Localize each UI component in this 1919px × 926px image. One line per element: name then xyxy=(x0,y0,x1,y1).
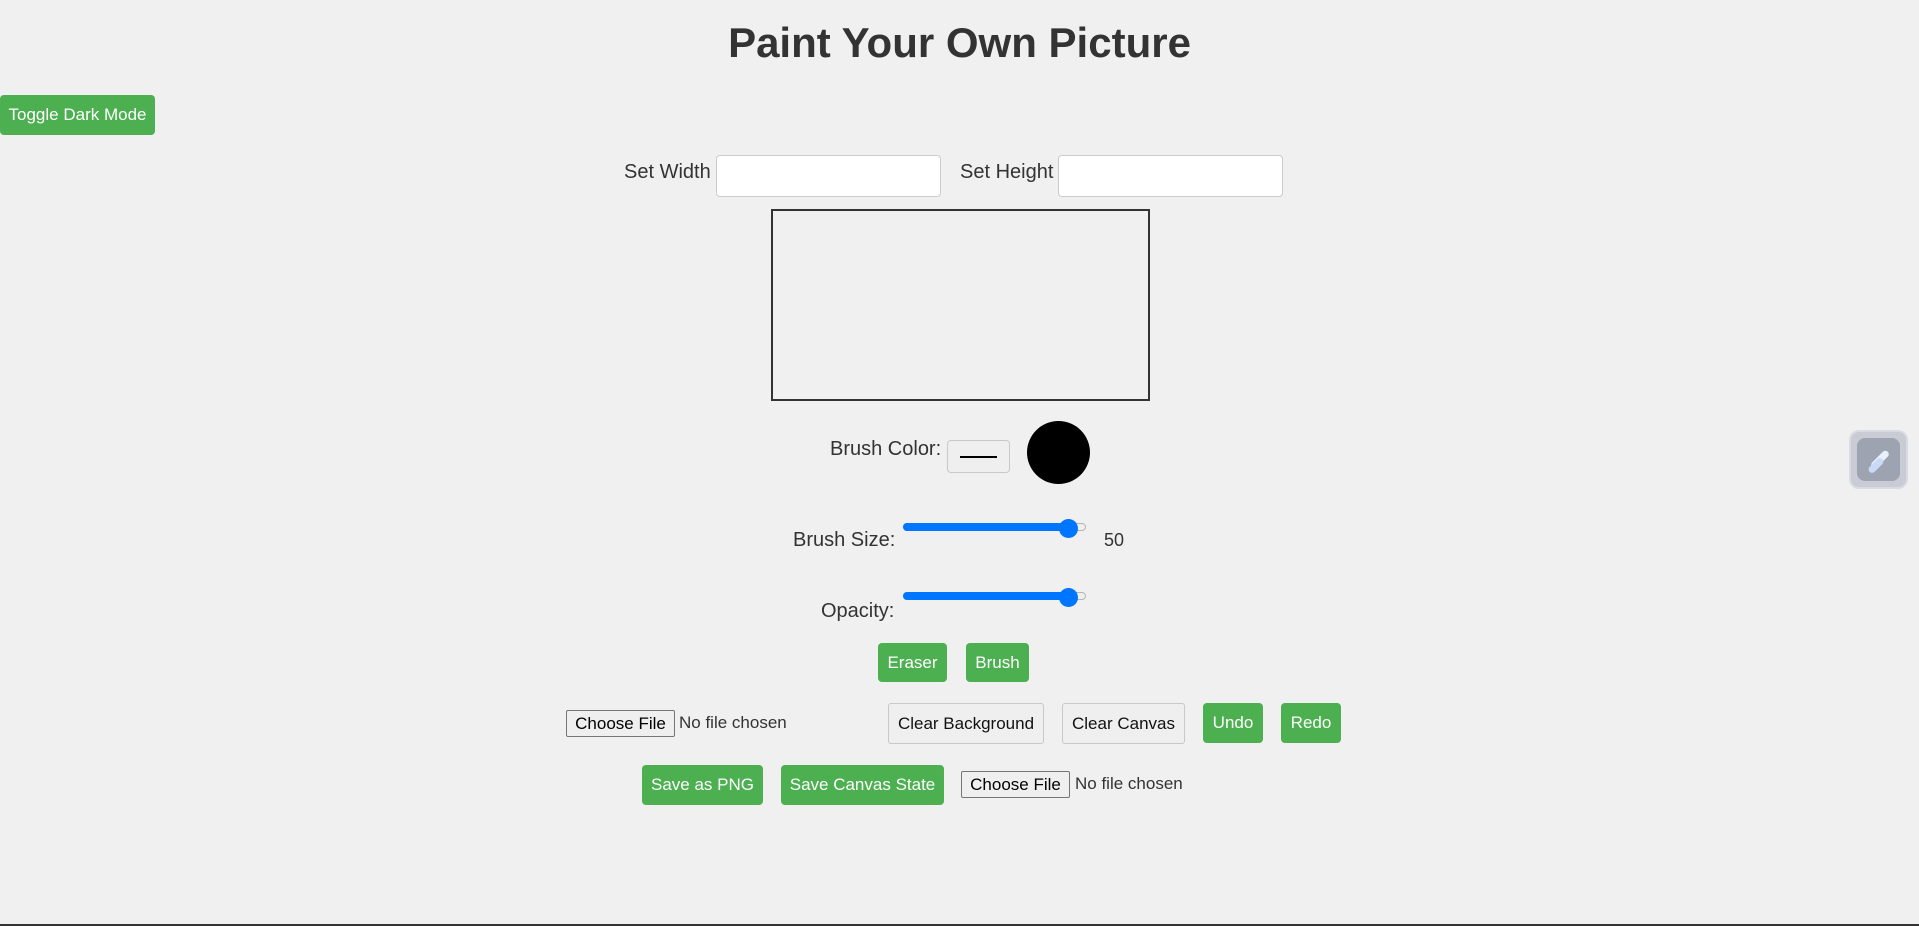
eraser-button[interactable]: Eraser xyxy=(878,643,947,682)
brush-size-slider[interactable] xyxy=(903,519,1086,538)
background-file-status: No file chosen xyxy=(679,713,787,732)
color-swatch xyxy=(960,455,997,458)
drawing-canvas[interactable] xyxy=(771,209,1150,401)
undo-button[interactable]: Undo xyxy=(1203,703,1263,743)
brush-button[interactable]: Brush xyxy=(966,643,1029,682)
page-title: Paint Your Own Picture xyxy=(728,19,1191,66)
slider-thumb[interactable] xyxy=(1059,588,1078,607)
slider-thumb[interactable] xyxy=(1059,519,1078,538)
clear-canvas-button[interactable]: Clear Canvas xyxy=(1062,703,1185,744)
save-png-button[interactable]: Save as PNG xyxy=(642,765,763,805)
width-input[interactable] xyxy=(716,155,941,197)
slider-fill xyxy=(903,523,1068,531)
save-canvas-state-button[interactable]: Save Canvas State xyxy=(781,765,944,805)
toggle-dark-mode-button[interactable]: Toggle Dark Mode xyxy=(0,95,155,135)
clear-background-button[interactable]: Clear Background xyxy=(888,703,1044,744)
brush-preview xyxy=(1027,421,1090,484)
background-choose-file-button[interactable]: Choose File xyxy=(566,710,675,737)
brush-color-picker[interactable] xyxy=(947,440,1010,473)
opacity-slider[interactable] xyxy=(903,588,1086,607)
height-input[interactable] xyxy=(1058,155,1283,197)
brush-size-value: 50 xyxy=(1104,530,1125,550)
brush-color-label: Brush Color: xyxy=(830,438,942,460)
extension-widget[interactable] xyxy=(1849,430,1908,489)
opacity-label: Opacity: xyxy=(821,600,895,622)
load-state-choose-file-button[interactable]: Choose File xyxy=(961,771,1070,798)
redo-button[interactable]: Redo xyxy=(1281,703,1341,743)
slider-fill xyxy=(903,592,1068,600)
brush-size-label: Brush Size: xyxy=(793,529,896,551)
set-height-label: Set Height xyxy=(960,161,1054,183)
set-width-label: Set Width xyxy=(624,161,711,183)
extension-icon xyxy=(1857,438,1900,481)
load-state-file-status: No file chosen xyxy=(1075,774,1183,793)
